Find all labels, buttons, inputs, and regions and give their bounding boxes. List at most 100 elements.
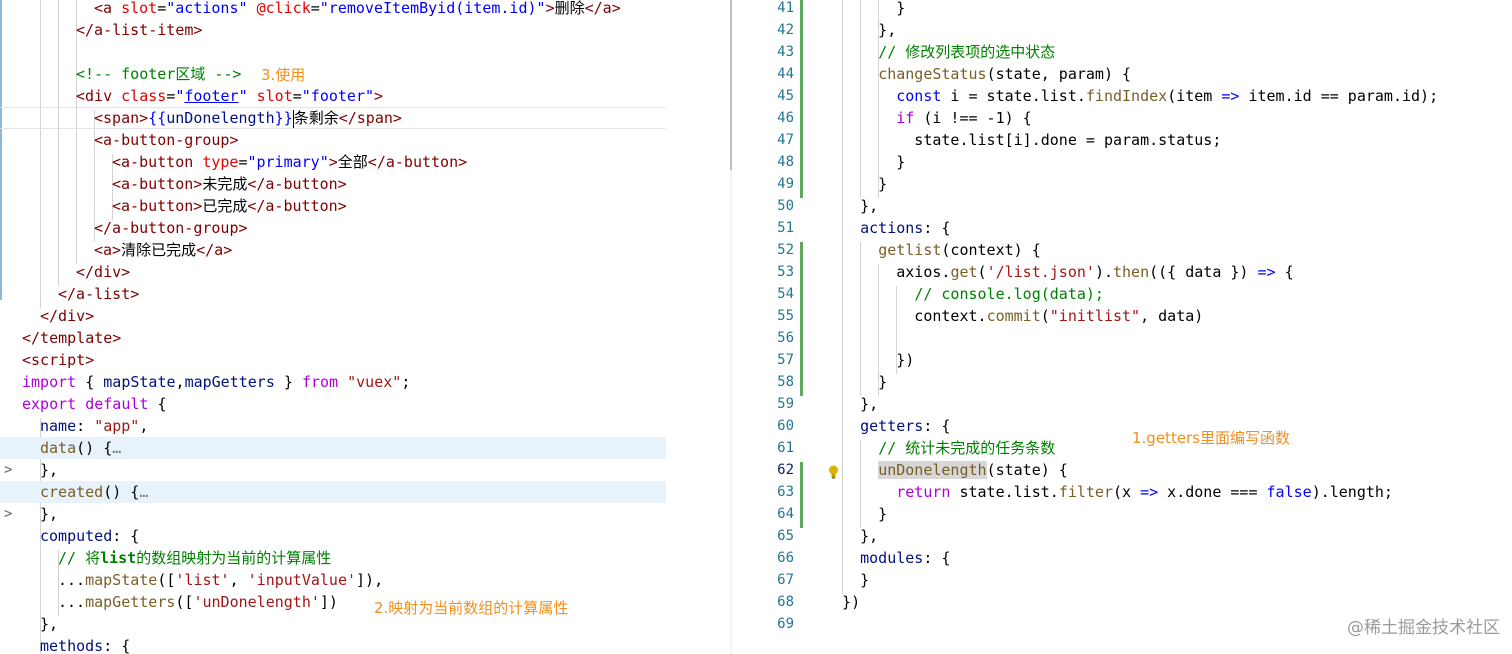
code-line[interactable]: 57 }) [732,349,1512,371]
line-number: 54 [777,286,794,302]
line-number: 56 [777,330,794,346]
line-number: 49 [777,176,794,192]
line-number: 57 [777,352,794,368]
code-line[interactable]: <a-button>未完成</a-button> [0,173,666,195]
line-number: 41 [777,0,794,16]
code-text: // console.log(data); [914,285,1104,303]
indent-guide [878,0,879,198]
code-line[interactable]: 51 actions: { [732,217,1512,239]
folded-code-line[interactable]: > data() {… [0,437,666,478]
indent-guide [860,0,861,198]
code-line[interactable]: 58 } [732,371,1512,393]
code-text: // 统计未完成的任务条数 [878,439,1056,457]
code-line[interactable]: 63 return state.list.filter(x => x.done … [732,481,1512,503]
line-number: 44 [777,66,794,82]
code-line[interactable]: 46 if (i !== -1) { [732,107,1512,129]
code-line[interactable]: </template> [0,327,666,349]
code-line[interactable]: <a slot="actions" @click="removeItemByid… [0,0,666,19]
code-line[interactable]: </a-button-group> [0,217,666,239]
code-text: axios.get('/list.json').then(({ data }) … [824,263,1294,281]
code-line[interactable]: 68 }) [732,591,1512,613]
left-editor-pane[interactable]: <a slot="actions" @click="removeItemByid… [0,0,666,654]
line-number: 48 [777,154,794,170]
code-line[interactable]: 66 modules: { [732,547,1512,569]
code-line[interactable]: </div> [0,305,666,327]
line-number: 68 [777,594,794,610]
code-line[interactable]: 47 state.list[i].done = param.status; [732,129,1512,151]
line-number: 55 [777,308,794,324]
line-number: 66 [777,550,794,566]
code-text: context.commit("initlist", data) [824,307,1204,325]
code-text: } [824,0,906,17]
code-line[interactable]: }, [0,503,666,525]
code-line[interactable]: export default { [0,393,666,415]
code-line[interactable]: import { mapState,mapGetters } from "vue… [0,371,666,393]
code-line[interactable]: 60 getters: { [732,415,1512,437]
line-number: 63 [777,484,794,500]
code-line[interactable]: </a-list-item> [0,19,666,41]
line-number: 59 [777,396,794,412]
current-line[interactable]: <span>{{unDonelength}}条剩余</span> [0,107,666,129]
code-line[interactable]: 64 } [732,503,1512,525]
code-line[interactable]: }, [0,459,666,481]
code-line[interactable]: 43 // 修改列表项的选中状态 [732,41,1512,63]
code-line[interactable]: 62 unDonelength(state) { [732,459,1512,481]
indent-guide [860,242,861,396]
modified-lines-bar [800,462,803,528]
code-line[interactable]: name: "app", [0,415,666,437]
code-line[interactable]: methods: { [0,635,666,654]
watermark: @稀土掘金技术社区 [1347,618,1500,638]
code-line[interactable]: <a-button-group> [0,129,666,151]
code-text: getlist(context) { [878,241,1041,259]
line-number: 45 [777,88,794,104]
code-line[interactable]: 52 getlist(context) { [732,239,1512,261]
line-number: 47 [777,132,794,148]
folded-code-line[interactable]: > created() {… [0,481,666,522]
code-line[interactable]: <a-button type="primary">全部</a-button> [0,151,666,173]
code-text: } [824,571,870,589]
indent-guide [878,264,879,396]
code-line[interactable]: // 将list的数组映射为当前的计算属性 [0,547,666,569]
code-text: } [824,505,888,523]
code-line[interactable]: ...mapState(['list', 'inputValue']), [0,569,666,591]
code-line[interactable]: </a-list> [0,283,666,305]
code-line[interactable]: 54 // console.log(data); [732,283,1512,305]
line-number: 62 [777,462,794,478]
modified-lines-bar [800,0,803,198]
text-cursor [292,109,294,128]
code-text: changeStatus(state, param) { [878,65,1132,83]
line-number: 61 [777,440,794,456]
line-number: 42 [777,22,794,38]
code-line[interactable]: 48 } [732,151,1512,173]
code-line[interactable]: 56 [732,327,1512,349]
code-line[interactable]: <script> [0,349,666,371]
code-line[interactable]: 41 } [732,0,1512,19]
code-text: }) [824,593,861,611]
code-line[interactable]: 53 axios.get('/list.json').then(({ data … [732,261,1512,283]
code-text: } [824,153,906,171]
code-line[interactable]: <!-- footer区域 --> [0,63,666,85]
code-text: const i = state.list.findIndex(item => i… [896,87,1439,105]
line-number: 43 [777,44,794,60]
right-editor-pane[interactable]: 41 } 42 }, 43 // 修改列表项的选中状态 44 changeStatus… [732,0,1512,654]
code-line[interactable]: 42 }, [732,19,1512,41]
code-line[interactable]: <a>清除已完成</a> [0,239,666,261]
code-line[interactable]: <a-button>已完成</a-button> [0,195,666,217]
code-line[interactable]: 50 }, [732,195,1512,217]
code-line[interactable]: 65 }, [732,525,1512,547]
line-number: 52 [777,242,794,258]
code-line[interactable]: 61 // 统计未完成的任务条数 [732,437,1512,459]
code-line[interactable]: 49 } [732,173,1512,195]
code-line[interactable]: 45 const i = state.list.findIndex(item =… [732,85,1512,107]
line-number: 50 [777,198,794,214]
code-line[interactable]: 55 context.commit("initlist", data) [732,305,1512,327]
lightbulb-icon[interactable] [828,465,839,479]
code-line[interactable]: <div class="footer" slot="footer"> [0,85,666,107]
code-line[interactable]: </div> [0,261,666,283]
line-number: 51 [777,220,794,236]
code-text: state.list[i].done = param.status; [824,131,1222,149]
code-line[interactable]: 67 } [732,569,1512,591]
code-line[interactable]: 44 changeStatus(state, param) { [732,63,1512,85]
code-line[interactable]: 59 }, [732,393,1512,415]
code-line[interactable]: computed: { [0,525,666,547]
